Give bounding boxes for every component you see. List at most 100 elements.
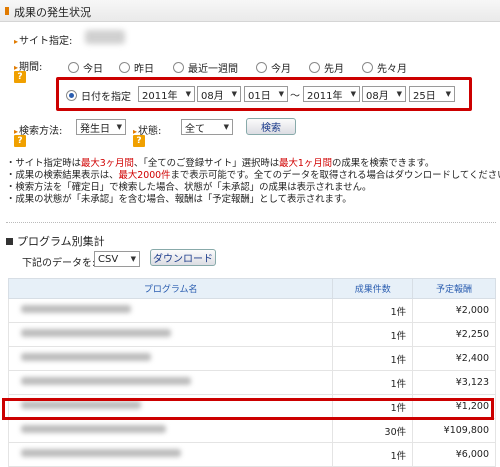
program-name-cell[interactable] [9,443,333,467]
from-day-value: 01日 [248,87,271,102]
period-option-label: 先々月 [377,60,407,75]
note-text: 、「全てのご登録サイト」選択時は [134,158,279,169]
reward-cell: ¥109,800 [413,419,496,443]
period-option-yesterday[interactable]: 昨日 [119,60,154,75]
radio-icon[interactable] [309,62,320,73]
dropdown-arrow-icon: ▼ [224,123,229,131]
reward-cell: ¥2,250 [413,323,496,347]
help-icon[interactable]: ? [133,135,145,147]
period-option-label: 先月 [324,60,344,75]
header-reward[interactable]: 予定報酬 [413,279,496,299]
program-name-blurred[interactable] [21,329,171,337]
note-text: の成果を検索できます。 [332,158,434,169]
program-name-blurred[interactable] [21,425,166,433]
period-option-last-month[interactable]: 先月 [309,60,344,75]
program-name-blurred[interactable] [21,377,191,385]
help-icon[interactable]: ? [14,71,26,83]
search-button[interactable]: 検索 [246,118,296,135]
table-row[interactable]: 1件¥2,250 [9,323,496,347]
search-method-value: 発生日 [80,120,110,135]
program-name-cell[interactable] [9,419,333,443]
notes-block: ・サイト指定時は最大3ヶ月間、「全てのご登録サイト」選択時は最大1ヶ月間の成果を… [6,158,496,206]
custom-date-label: 日付を指定 [81,88,131,103]
from-month-select[interactable]: 08月▼ [197,86,241,102]
reward-cell: ¥2,000 [413,299,496,323]
program-section-title: プログラム別集計 [6,233,105,249]
from-year-select[interactable]: 2011年 ▼ [138,86,195,102]
site-label: ▸サイト指定: [14,32,72,47]
data-format-label: 下記のデータを: [22,254,95,269]
note-line: ・サイト指定時は最大3ヶ月間、「全てのご登録サイト」選択時は最大1ヶ月間の成果を… [6,158,496,170]
row-highlight [2,398,494,420]
format-select[interactable]: CSV ▼ [94,251,140,267]
dropdown-arrow-icon: ▼ [117,123,122,131]
period-option-label: 昨日 [134,60,154,75]
header-count[interactable]: 成果件数 [333,279,413,299]
period-option-last-week[interactable]: 最近一週間 [173,60,238,75]
download-button[interactable]: ダウンロード [150,249,216,266]
count-cell: 1件 [333,443,413,467]
period-option-this-month[interactable]: 今月 [256,60,291,75]
to-month-value: 08月 [366,87,389,102]
to-month-select[interactable]: 08月 ▼ [362,86,406,102]
radio-icon[interactable] [68,62,79,73]
radio-icon[interactable] [119,62,130,73]
help-icon[interactable]: ? [14,135,26,147]
dropdown-arrow-icon: ▼ [279,90,284,98]
note-emphasis: 最大2000件 [119,170,171,181]
dropdown-arrow-icon: ▼ [351,90,356,98]
to-year-select[interactable]: 2011年▼ [303,86,360,102]
site-value-blurred[interactable] [85,30,125,44]
table-row[interactable]: 1件¥2,400 [9,347,496,371]
note-emphasis: 最大3ヶ月間 [81,158,134,169]
note-line: ・検索方法を「確定日」で検索した場合、状態が「未承認」の成果は表示されません。 [6,182,496,194]
program-name-cell[interactable] [9,323,333,347]
program-name-cell[interactable] [9,299,333,323]
period-option-custom[interactable]: 日付を指定 [66,88,131,103]
dropdown-arrow-icon: ▼ [186,90,191,98]
to-day-select[interactable]: 25日▼ [409,86,455,102]
site-label-text: サイト指定: [19,36,72,47]
dropdown-arrow-icon: ▼ [397,90,402,98]
dropdown-arrow-icon: ▼ [131,255,136,263]
table-row[interactable]: 1件¥6,000 [9,443,496,467]
note-text: ・成果の検索結果表示は、 [6,170,119,181]
from-year-value: 2011年 [142,87,177,102]
program-table: プログラム名 成果件数 予定報酬 1件¥2,0001件¥2,2501件¥2,40… [8,278,496,467]
period-option-two-months-ago[interactable]: 先々月 [362,60,407,75]
note-text: ・サイト指定時は [6,158,81,169]
header-bullet [5,7,9,15]
program-name-cell[interactable] [9,371,333,395]
header-program-name[interactable]: プログラム名 [9,279,333,299]
reward-cell: ¥6,000 [413,443,496,467]
program-name-blurred[interactable] [21,449,181,457]
count-cell: 1件 [333,347,413,371]
format-value: CSV [98,254,118,265]
date-range-separator: 〜 [290,87,300,102]
note-line: ・成果の状態が「未承認」を含む場合、報酬は「予定報酬」として表示されます。 [6,194,496,206]
reward-cell: ¥3,123 [413,371,496,395]
section-title: 成果の発生状況 [14,4,91,20]
period-option-today[interactable]: 今日 [68,60,103,75]
status-value: 全て [185,120,205,135]
status-select[interactable]: 全て ▼ [181,119,233,135]
reward-cell: ¥2,400 [413,347,496,371]
table-row[interactable]: 1件¥3,123 [9,371,496,395]
radio-icon[interactable] [256,62,267,73]
program-name-blurred[interactable] [21,353,151,361]
table-header-row: プログラム名 成果件数 予定報酬 [9,279,496,299]
table-row[interactable]: 30件¥109,800 [9,419,496,443]
note-emphasis: 最大1ヶ月間 [279,158,332,169]
period-option-label: 今日 [83,60,103,75]
search-method-select[interactable]: 発生日 ▼ [76,119,126,135]
from-day-select[interactable]: 01日 ▼ [244,86,288,102]
arrow-icon: ▸ [14,37,18,46]
program-name-cell[interactable] [9,347,333,371]
square-bullet-icon [6,238,13,245]
radio-icon[interactable] [173,62,184,73]
table-row[interactable]: 1件¥2,000 [9,299,496,323]
program-name-blurred[interactable] [21,305,131,313]
radio-icon[interactable] [362,62,373,73]
from-month-value: 08月 [201,87,224,102]
radio-icon[interactable] [66,90,77,101]
